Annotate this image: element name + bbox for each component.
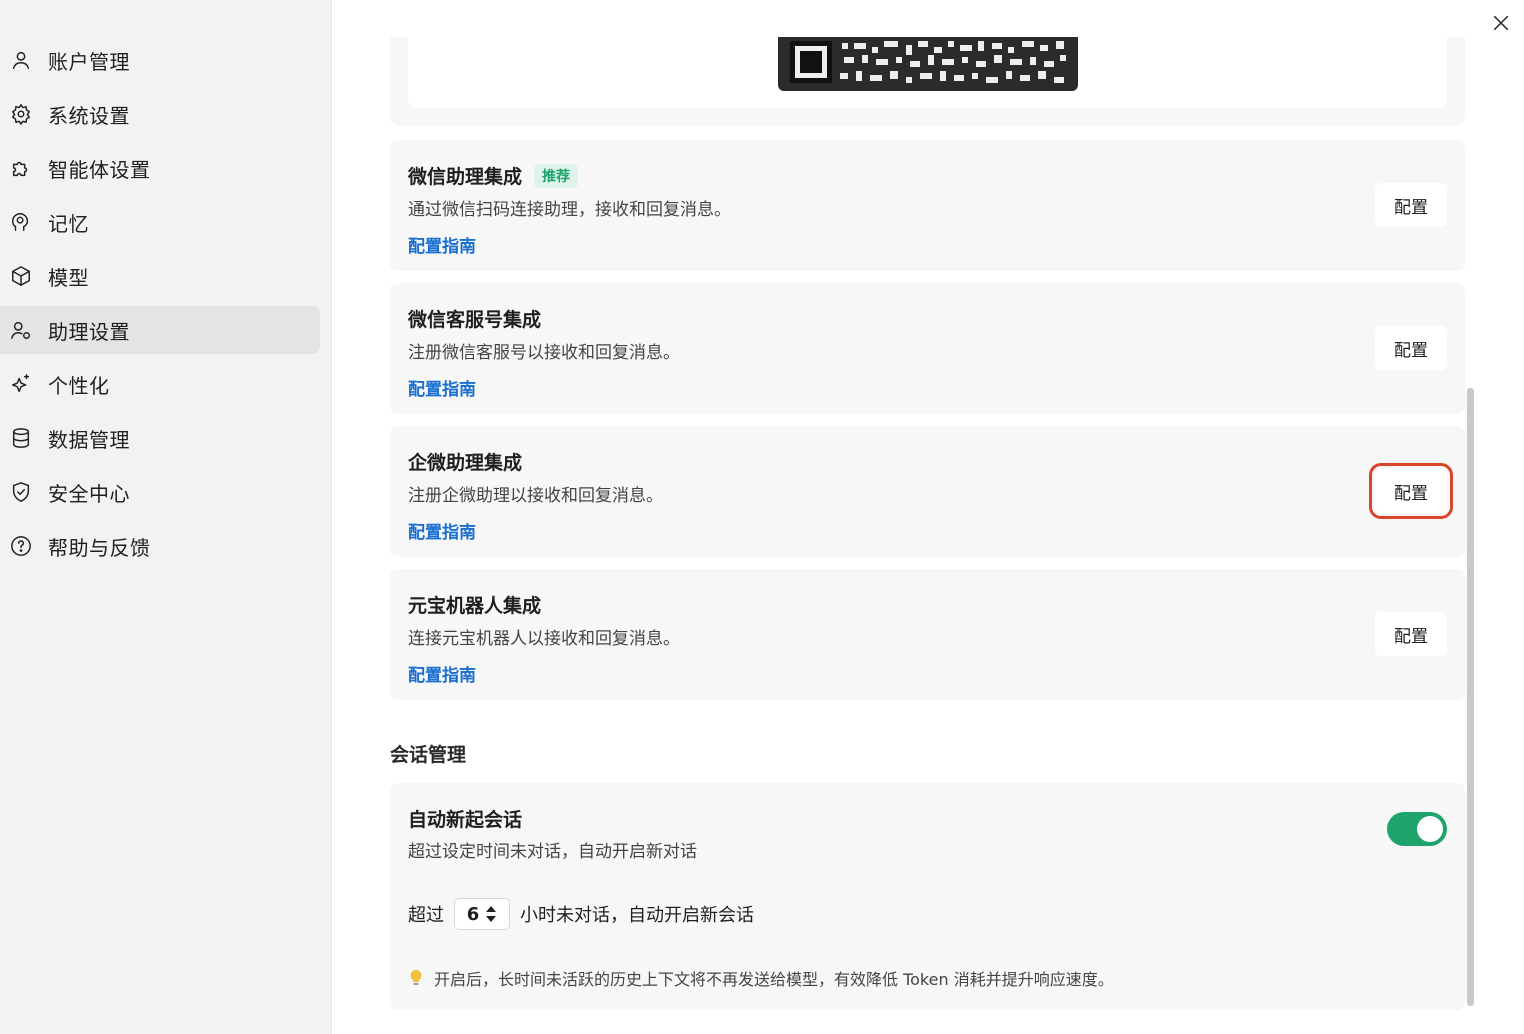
configure-button[interactable]: 配置: [1369, 463, 1453, 519]
session-tip: 开启后，长时间未活跃的历史上下文将不再发送给模型，有效降低 Token 消耗并提…: [408, 966, 1114, 990]
sidebar-item-model[interactable]: 模型: [0, 252, 320, 300]
hours-stepper[interactable]: 6: [454, 898, 510, 930]
sidebar-item-help[interactable]: 帮助与反馈: [0, 522, 320, 570]
card-title: 微信客服号集成: [408, 305, 541, 332]
sidebar-item-label: 智能体设置: [48, 157, 151, 182]
card-title: 元宝机器人集成: [408, 591, 541, 618]
integration-card-yuanbao-bot: 元宝机器人集成 连接元宝机器人以接收和回复消息。 配置指南 配置: [390, 569, 1465, 700]
sidebar-item-memory[interactable]: 记忆: [0, 198, 320, 246]
config-guide-link[interactable]: 配置指南: [408, 375, 476, 400]
configure-button[interactable]: 配置: [1375, 326, 1447, 370]
qr-code-card: [390, 37, 1465, 126]
hours-value: 6: [466, 903, 480, 925]
card-title: 微信助理集成 推荐: [408, 162, 579, 189]
sidebar-item-label: 安全中心: [48, 481, 130, 506]
sidebar-item-label: 助理设置: [48, 319, 130, 344]
sparkle-icon: [9, 372, 33, 396]
sidebar-item-data[interactable]: 数据管理: [0, 414, 320, 462]
sidebar-item-label: 数据管理: [48, 427, 130, 452]
user-settings-icon: [9, 318, 33, 342]
config-guide-link[interactable]: 配置指南: [408, 518, 476, 543]
sidebar-item-account[interactable]: 账户管理: [0, 36, 320, 84]
config-guide-link[interactable]: 配置指南: [408, 661, 476, 686]
tip-text: 开启后，长时间未活跃的历史上下文将不再发送给模型，有效降低 Token 消耗并提…: [434, 970, 1114, 989]
settings-content[interactable]: 微信助理集成 推荐 通过微信扫码连接助理，接收和回复消息。 配置指南 配置 微信…: [333, 37, 1524, 1034]
sidebar-item-label: 个性化: [48, 373, 110, 398]
brain-icon: [9, 210, 33, 234]
qr-code-image: [778, 37, 1078, 91]
user-icon: [9, 48, 33, 72]
sidebar-item-label: 账户管理: [48, 49, 130, 74]
database-icon: [9, 426, 33, 450]
qr-code-container: [408, 37, 1447, 108]
sidebar-item-label: 系统设置: [48, 103, 130, 128]
session-section-title: 会话管理: [390, 744, 467, 766]
scrollbar[interactable]: [1467, 388, 1474, 1006]
sidebar-item-system[interactable]: 系统设置: [0, 90, 320, 138]
close-icon: [1493, 15, 1509, 31]
timeout-row: 超过 6 小时未对话，自动开启新会话: [408, 897, 754, 931]
session-title: 自动新起会话: [408, 809, 523, 831]
session-description: 超过设定时间未对话，自动开启新对话: [408, 842, 697, 862]
card-description: 注册微信客服号以接收和回复消息。: [408, 343, 680, 363]
card-title-text: 元宝机器人集成: [408, 595, 542, 617]
card-title-text: 企微助理集成: [408, 452, 523, 474]
sidebar-item-agent[interactable]: 智能体设置: [0, 144, 320, 192]
gear-icon: [9, 102, 33, 126]
auto-new-session-card: 自动新起会话 超过设定时间未对话，自动开启新对话 超过 6 小时未对话，自动开启…: [390, 783, 1465, 1010]
sidebar-item-assistant[interactable]: 助理设置: [0, 306, 320, 354]
configure-button[interactable]: 配置: [1375, 183, 1447, 227]
sidebar-item-label: 记忆: [48, 211, 89, 236]
card-title-text: 微信客服号集成: [408, 309, 542, 331]
sidebar: 账户管理 系统设置 智能体设置 记忆 模型 助理设置 个性化 数据管理 安全中心…: [0, 0, 332, 1034]
toggle-knob: [1417, 816, 1443, 842]
help-icon: [9, 534, 33, 558]
card-title: 企微助理集成: [408, 448, 522, 475]
config-guide-link[interactable]: 配置指南: [408, 232, 476, 257]
card-description: 连接元宝机器人以接收和回复消息。: [408, 629, 680, 649]
lightbulb-icon: [410, 970, 422, 985]
recommend-badge: 推荐: [534, 163, 579, 188]
sidebar-item-personalize[interactable]: 个性化: [0, 360, 320, 408]
timeout-prefix: 超过: [408, 905, 444, 926]
integration-card-wechat-service: 微信客服号集成 注册微信客服号以接收和回复消息。 配置指南 配置: [390, 283, 1465, 414]
stepper-arrows-icon: [486, 906, 497, 922]
puzzle-icon: [9, 156, 33, 180]
sidebar-item-label: 模型: [48, 265, 89, 290]
cube-icon: [9, 264, 33, 288]
configure-button[interactable]: 配置: [1375, 612, 1447, 656]
card-description: 通过微信扫码连接助理，接收和回复消息。: [408, 200, 731, 220]
auto-new-session-toggle[interactable]: [1387, 812, 1447, 846]
sidebar-item-security[interactable]: 安全中心: [0, 468, 320, 516]
card-description: 注册企微助理以接收和回复消息。: [408, 486, 663, 506]
card-title-text: 微信助理集成: [408, 166, 523, 188]
timeout-suffix: 小时未对话，自动开启新会话: [520, 905, 754, 926]
integration-card-wecom-assistant: 企微助理集成 注册企微助理以接收和回复消息。 配置指南 配置: [390, 426, 1465, 557]
shield-icon: [9, 480, 33, 504]
integration-card-wechat-assistant: 微信助理集成 推荐 通过微信扫码连接助理，接收和回复消息。 配置指南 配置: [390, 140, 1465, 271]
sidebar-item-label: 帮助与反馈: [48, 535, 151, 560]
close-button[interactable]: [1488, 10, 1514, 36]
